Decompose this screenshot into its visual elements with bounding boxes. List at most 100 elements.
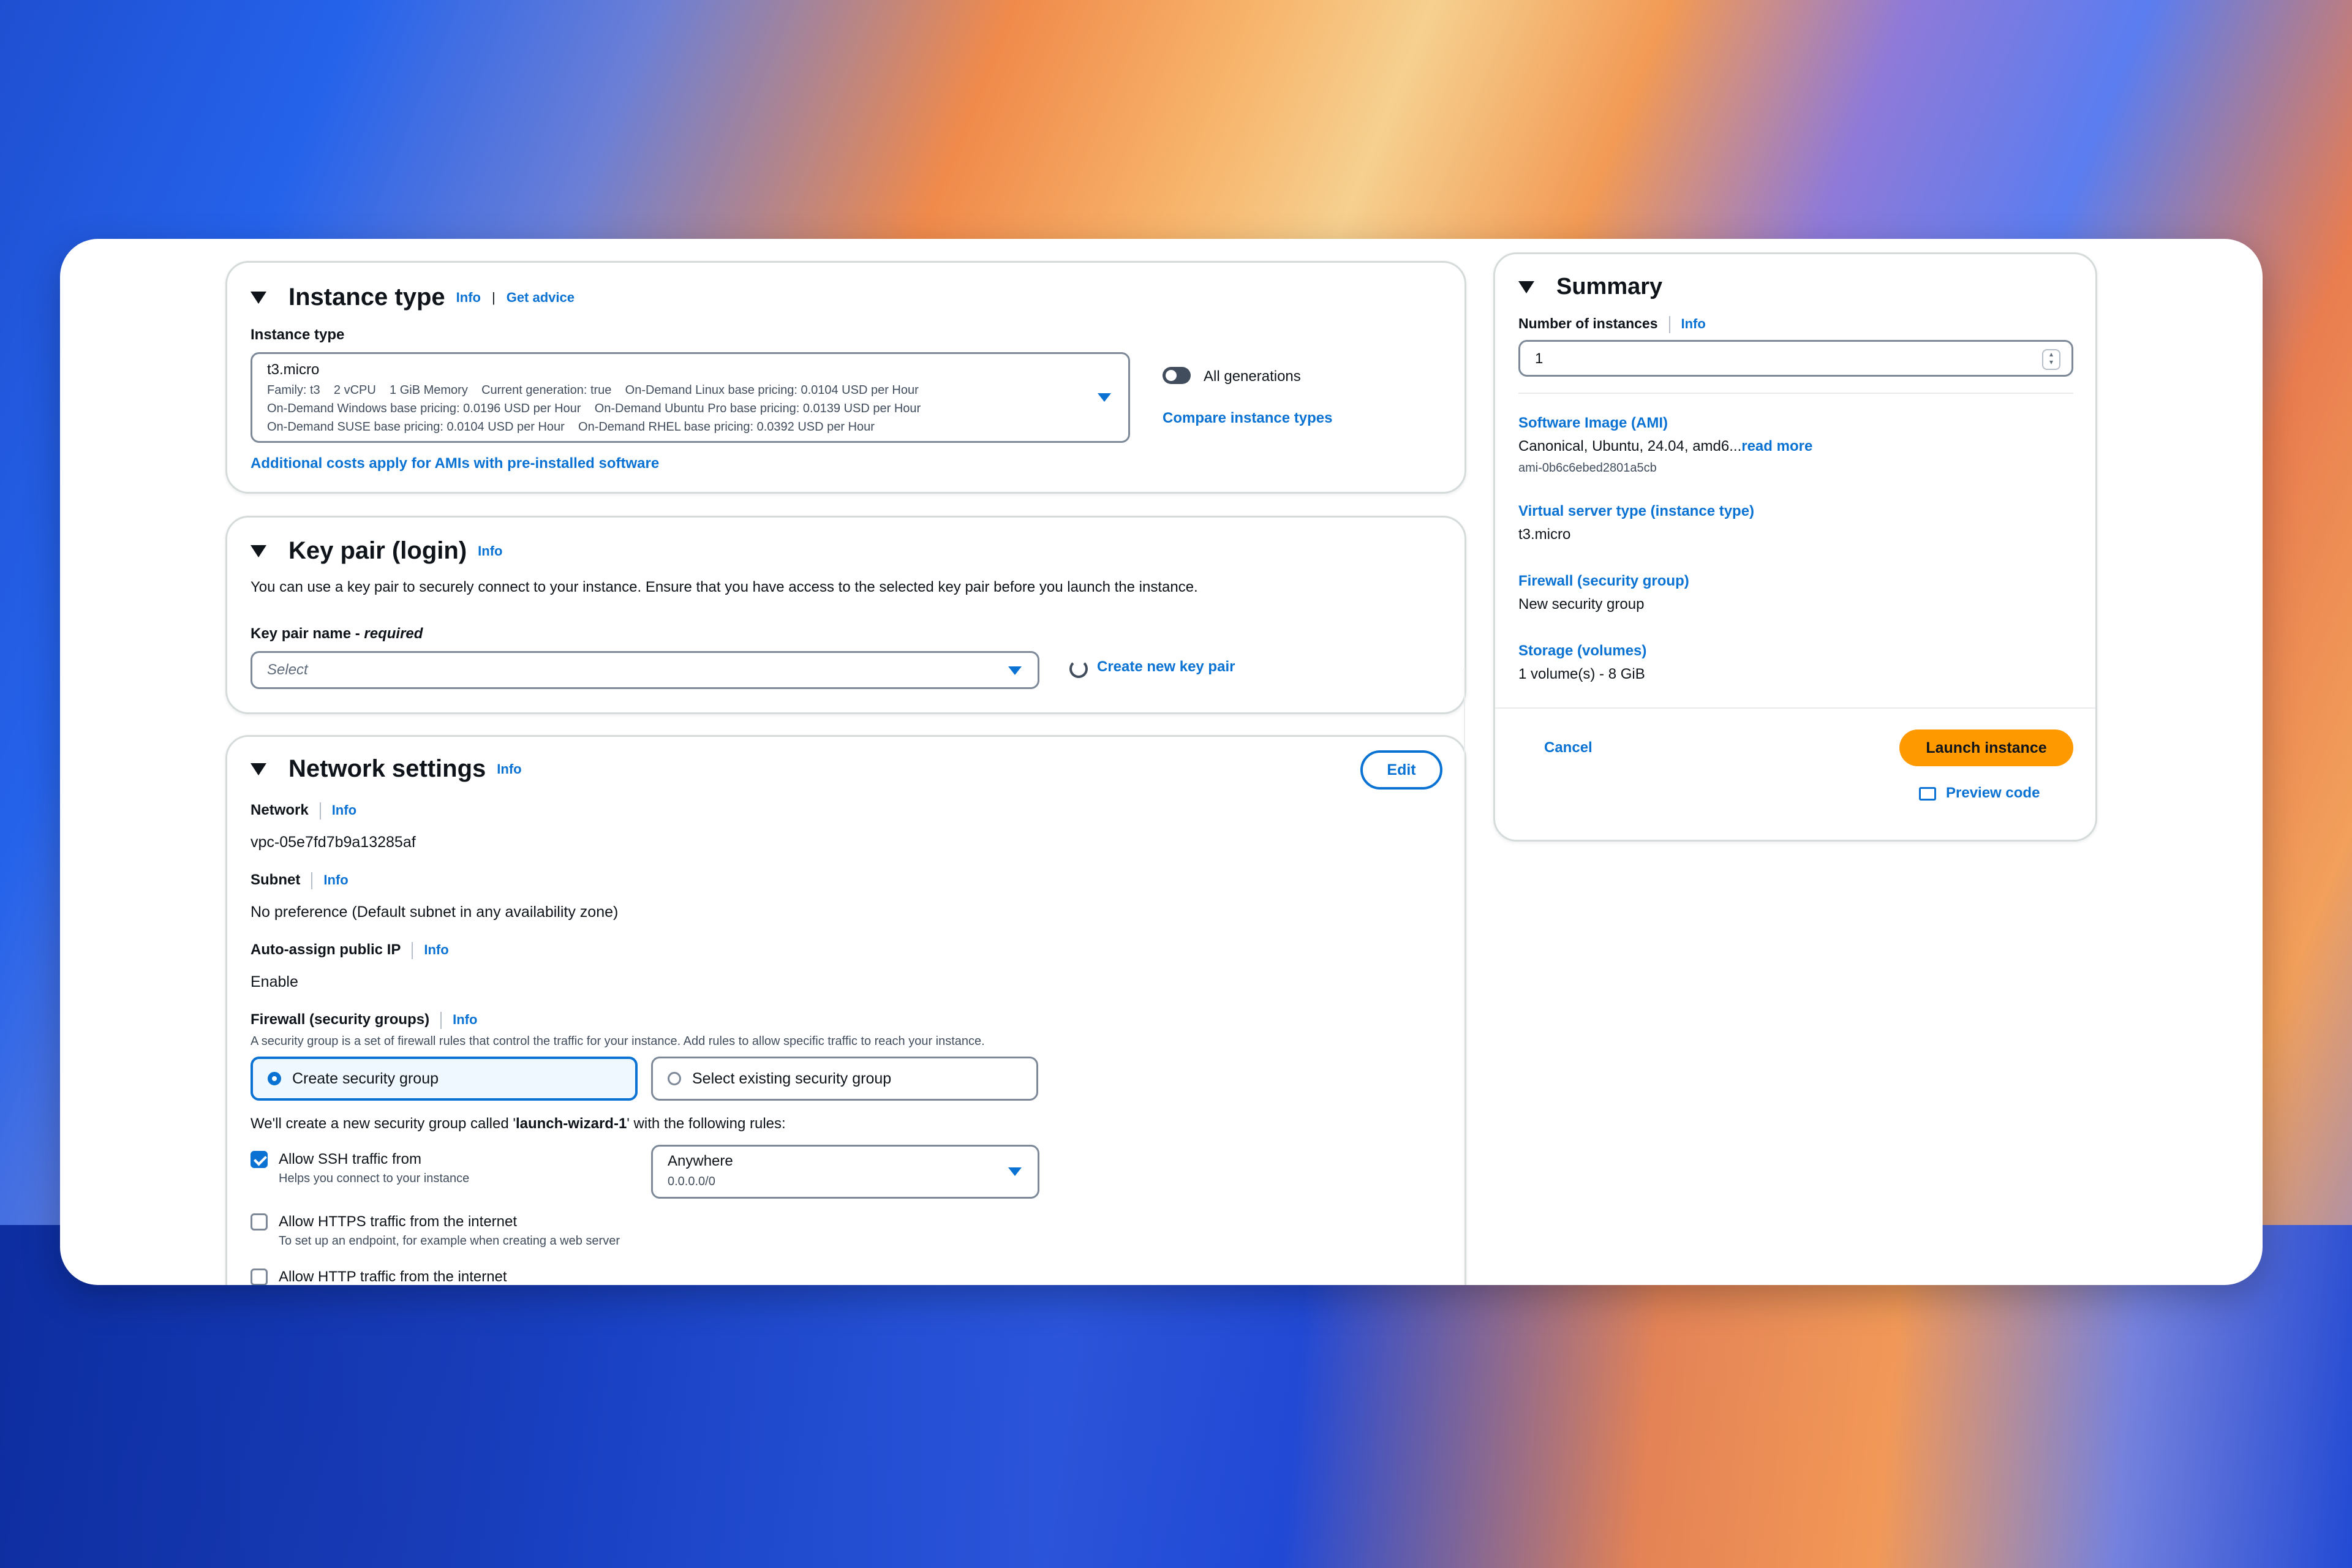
ami-link[interactable]: Software Image (AMI) (1518, 415, 1668, 432)
create-security-group-label: Create security group (292, 1069, 439, 1087)
collapse-caret-icon[interactable] (1518, 281, 1534, 293)
browser-window: Instance type Info | Get advice Instance… (60, 239, 2263, 1285)
firewall-description: A security group is a set of firewall ru… (251, 1035, 985, 1048)
separator (440, 1011, 442, 1029)
instance-type-field-label: Instance type (251, 326, 345, 343)
instance-type-selected: t3.micro (267, 361, 320, 378)
ami-value: Canonical, Ubuntu, 24.04, amd6...read mo… (1518, 438, 1812, 455)
firewall-label-text: Firewall (security groups) (251, 1011, 430, 1028)
instance-type-info-link[interactable]: Info (456, 290, 481, 306)
public-ip-label: Auto-assign public IP Info (251, 941, 449, 959)
ssh-source-select[interactable]: Anywhere 0.0.0.0/0 (651, 1145, 1039, 1199)
firewall-summary-value: New security group (1518, 596, 1645, 612)
storage-link[interactable]: Storage (volumes) (1518, 643, 1646, 660)
summary-title: Summary (1556, 274, 1663, 300)
number-of-instances-label: Number of instances Info (1518, 315, 1706, 333)
read-more-link[interactable]: read more (1741, 438, 1812, 454)
security-group-note-post: ' with the following rules: (627, 1115, 786, 1132)
number-info-link[interactable]: Info (1681, 316, 1706, 331)
edit-network-button[interactable]: Edit (1360, 750, 1442, 790)
network-settings-info-link[interactable]: Info (497, 761, 521, 777)
stepper-icon[interactable]: ▴ ▾ (2042, 349, 2060, 370)
summary-footer-divider (1495, 707, 2095, 709)
security-group-name: launch-wizard-1 (515, 1115, 627, 1132)
ssh-cidr-value: 0.0.0.0/0 (668, 1175, 715, 1188)
column-divider (1464, 668, 1465, 1285)
chevron-down-icon (1098, 393, 1111, 402)
number-of-instances-input[interactable]: 1 ▴ ▾ (1518, 340, 2073, 377)
select-existing-security-group-label: Select existing security group (692, 1069, 892, 1087)
network-label-text: Network (251, 802, 309, 818)
ssh-source-value: Anywhere (668, 1153, 733, 1169)
key-pair-field-label: Key pair name - required (251, 625, 423, 643)
http-checkbox[interactable] (251, 1268, 268, 1285)
instance-type-panel: Instance type Info | Get advice Instance… (225, 261, 1466, 494)
instance-type-title: Instance type (288, 284, 445, 311)
collapse-caret-icon[interactable] (251, 291, 266, 304)
launch-instance-button[interactable]: Launch instance (1899, 729, 2073, 766)
ssh-help: Helps you connect to your instance (279, 1172, 470, 1185)
key-pair-panel: Key pair (login) Info You can use a key … (225, 516, 1466, 714)
ami-value-text: Canonical, Ubuntu, 24.04, amd6... (1518, 438, 1742, 454)
collapse-caret-icon[interactable] (251, 545, 266, 557)
subnet-info-link[interactable]: Info (323, 872, 348, 888)
instance-type-details-1: Family: t3 2 vCPU 1 GiB Memory Current g… (267, 383, 919, 397)
preview-code-icon (1919, 787, 1936, 801)
separator (1668, 315, 1670, 333)
create-new-key-pair-link[interactable]: Create new key pair (1097, 658, 1235, 676)
key-pair-field-label-text: Key pair name - (251, 625, 364, 642)
chevron-down-icon (1008, 666, 1022, 675)
https-checkbox[interactable] (251, 1213, 268, 1231)
number-of-instances-label-text: Number of instances (1518, 315, 1658, 331)
key-pair-select[interactable]: Select (251, 651, 1039, 689)
refresh-icon (1069, 660, 1088, 678)
https-help: To set up an endpoint, for example when … (279, 1234, 620, 1248)
key-pair-placeholder: Select (267, 662, 308, 678)
virtual-server-type-link[interactable]: Virtual server type (instance type) (1518, 503, 1754, 520)
subnet-label: Subnet Info (251, 872, 349, 889)
subnet-value: No preference (Default subnet in any ava… (251, 903, 619, 921)
network-settings-panel: Network settings Info Edit Network Info v… (225, 735, 1466, 1285)
firewall-info-link[interactable]: Info (453, 1012, 477, 1027)
radio-selected[interactable] (268, 1072, 281, 1085)
key-pair-description: You can use a key pair to securely conne… (251, 579, 1198, 595)
create-security-group-option[interactable]: Create security group (251, 1057, 638, 1101)
storage-value: 1 volume(s) - 8 GiB (1518, 666, 1645, 682)
security-group-note-pre: We'll create a new security group called… (251, 1115, 516, 1132)
cancel-button[interactable]: Cancel (1544, 739, 1593, 756)
https-label: Allow HTTPS traffic from the internet (279, 1213, 518, 1230)
ssh-label: Allow SSH traffic from (279, 1151, 421, 1167)
summary-divider (1518, 393, 2073, 394)
public-ip-value: Enable (251, 973, 298, 990)
ssh-checkbox[interactable] (251, 1151, 268, 1168)
key-pair-title: Key pair (login) (288, 537, 467, 564)
get-advice-link[interactable]: Get advice (507, 290, 575, 306)
chevron-down-icon (1008, 1167, 1022, 1176)
collapse-caret-icon[interactable] (251, 763, 266, 775)
additional-costs-link[interactable]: Additional costs apply for AMIs with pre… (251, 455, 659, 472)
compare-instance-types-link[interactable]: Compare instance types (1163, 410, 1332, 427)
public-ip-label-text: Auto-assign public IP (251, 941, 401, 958)
virtual-server-type-value: t3.micro (1518, 526, 1571, 543)
ami-id: ami-0b6c6ebed2801a5cb (1518, 461, 1657, 475)
separator (311, 872, 313, 889)
http-label: Allow HTTP traffic from the internet (279, 1268, 507, 1285)
pipe-separator: | (491, 289, 496, 305)
preview-code-link[interactable]: Preview code (1946, 785, 2040, 802)
summary-panel: Summary Number of instances Info 1 ▴ ▾ Sof… (1493, 252, 2097, 842)
network-label: Network Info (251, 802, 356, 820)
network-settings-title: Network settings (288, 755, 486, 782)
all-generations-label: All generations (1204, 368, 1301, 385)
number-of-instances-value: 1 (1535, 350, 1544, 367)
public-ip-info-link[interactable]: Info (424, 942, 448, 957)
all-generations-toggle[interactable] (1163, 367, 1191, 384)
separator (412, 941, 413, 959)
select-existing-security-group-option[interactable]: Select existing security group (651, 1057, 1038, 1101)
radio-unselected[interactable] (668, 1072, 681, 1085)
network-info-link[interactable]: Info (332, 802, 356, 818)
instance-type-details-3: On-Demand SUSE base pricing: 0.0104 USD … (267, 420, 875, 434)
firewall-summary-link[interactable]: Firewall (security group) (1518, 573, 1689, 590)
instance-type-details-2: On-Demand Windows base pricing: 0.0196 U… (267, 402, 921, 415)
key-pair-info-link[interactable]: Info (478, 543, 502, 559)
instance-type-select[interactable]: t3.micro Family: t3 2 vCPU 1 GiB Memory … (251, 352, 1130, 443)
